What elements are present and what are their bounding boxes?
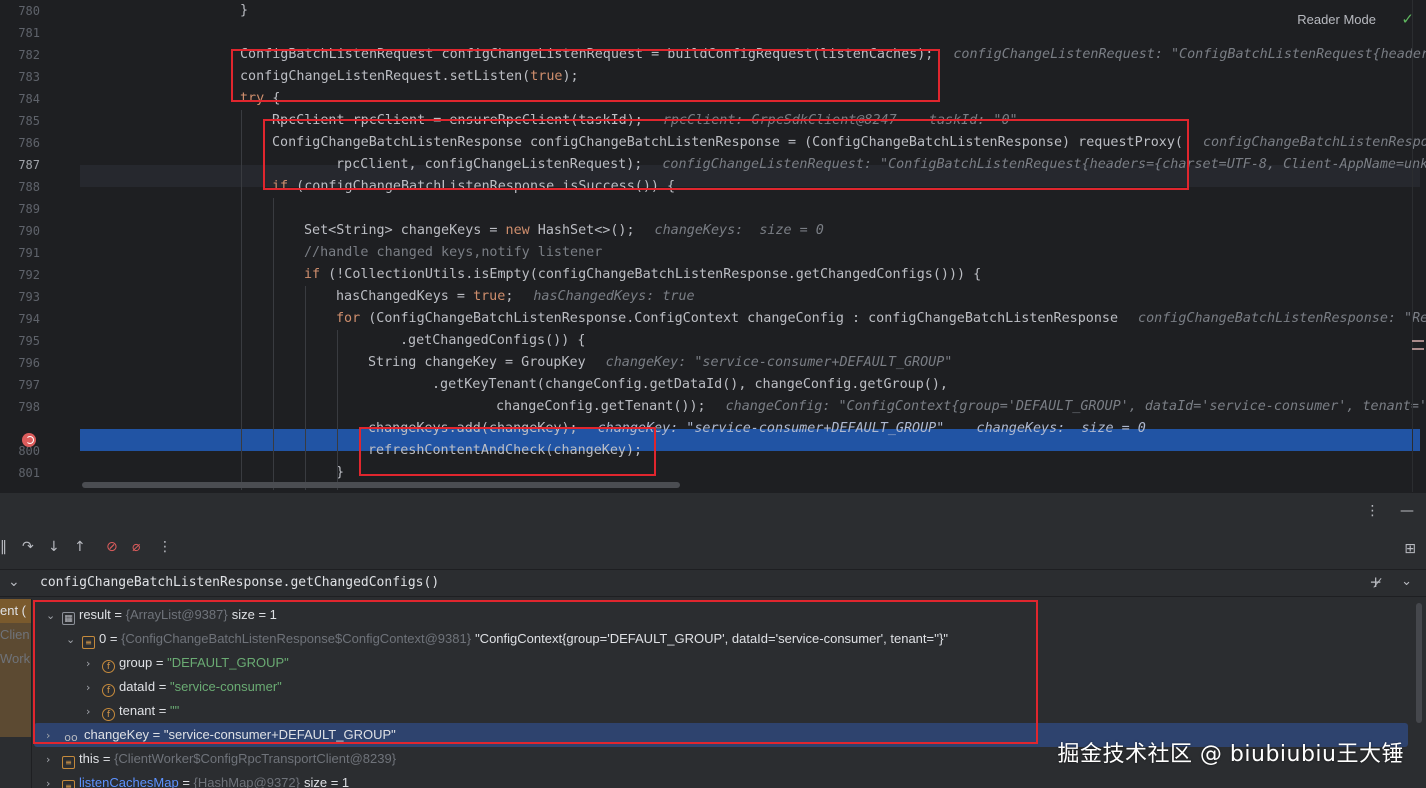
frame-item[interactable]: ent ( [0, 599, 31, 623]
code-line[interactable] [80, 22, 1426, 44]
minimize-icon[interactable]: — [1400, 503, 1414, 519]
equals-sign: = [178, 775, 194, 788]
add-watch-icon[interactable]: +̷ [1369, 573, 1382, 591]
variable-name: this [79, 751, 100, 766]
code-line[interactable]: if (!CollectionUtils.isEmpty(configChang… [304, 264, 1426, 286]
line-number[interactable]: 790 [0, 220, 40, 242]
variable-name: listenCachesMap [79, 775, 179, 788]
indent-guide [305, 286, 306, 490]
indent-guide [337, 330, 338, 490]
code-text: .getChangedConfigs()) { [400, 333, 586, 348]
inline-debug-value: changeKeys: size = 0 [654, 223, 824, 238]
reader-mode-button[interactable]: Reader Mode [1297, 12, 1376, 27]
code-line[interactable]: hasChangedKeys = true; hasChangedKeys: tr… [336, 286, 1426, 308]
code-line[interactable]: .getChangedConfigs()) { [400, 330, 1426, 352]
variable-value: size = 1 [303, 775, 350, 788]
line-number[interactable]: 782 [0, 44, 40, 66]
code-line[interactable]: Set<String> changeKeys = new HashSet<>()… [304, 220, 1426, 242]
breakpoint-icon[interactable] [22, 433, 36, 447]
code-editor[interactable]: 780 781 782 783 784 785 786 787 788 789 790 791 792 7… [0, 0, 1426, 492]
line-number[interactable]: 789 [0, 198, 40, 220]
pause-icon[interactable]: ‖ [0, 539, 7, 555]
evaluate-expression-bar[interactable]: ⌄ configChangeBatchListenResponse.getCha… [0, 569, 1426, 597]
code-line[interactable]: } [240, 0, 1426, 22]
step-over-icon[interactable]: ↷ [22, 539, 34, 555]
view-breakpoints-icon[interactable]: ⊘ [106, 539, 118, 555]
frame-item[interactable]: Clien [0, 623, 31, 647]
expression-history-icon[interactable]: ⌄ [1401, 574, 1412, 589]
code-text: .getKeyTenant(changeConfig.getDataId(), … [432, 377, 948, 392]
editor-vertical-scrollbar[interactable] [1412, 0, 1426, 492]
scroll-marker-icon [1412, 340, 1424, 350]
line-number[interactable]: 785 [0, 110, 40, 132]
code-line[interactable]: for (ConfigChangeBatchListenResponse.Con… [336, 308, 1426, 330]
inline-debug-value: configChangeListenRequest: "ConfigBatchL… [953, 47, 1426, 62]
frame-item[interactable]: Work [0, 647, 31, 671]
inline-debug-value: configChangeBatchListenResponse: "Re [1138, 311, 1426, 326]
object-reference: {HashMap@9372} [193, 775, 300, 788]
equals-sign: = [99, 751, 115, 766]
indent-guide [273, 198, 274, 490]
inline-debug-value: changeKey: "service-consumer+DEFAULT_GRO… [605, 355, 953, 370]
line-number[interactable]: 796 [0, 352, 40, 374]
inline-debug-value: hasChangedKeys: true [533, 289, 695, 304]
code-text: String changeKey = GroupKey [368, 355, 586, 370]
annotation-box-changekeys [359, 427, 656, 476]
code-text: } [240, 3, 249, 18]
expression-text[interactable]: configChangeBatchListenResponse.getChang… [40, 575, 439, 590]
annotation-box-rpc [263, 119, 1189, 190]
line-number[interactable]: 797 [0, 374, 40, 396]
line-number[interactable]: 794 [0, 308, 40, 330]
mute-breakpoints-icon[interactable]: ⌀ [132, 539, 140, 555]
inline-debug-value: changeConfig: "ConfigContext{group='DEFA… [725, 399, 1426, 414]
collapsed-chevron-icon[interactable]: › [46, 748, 60, 771]
code-line[interactable] [80, 198, 1426, 220]
line-number[interactable]: 787 [0, 154, 40, 176]
line-number[interactable]: 783 [0, 66, 40, 88]
step-out-icon[interactable]: ↑ [74, 539, 86, 555]
editor-horizontal-scrollbar[interactable] [82, 482, 680, 488]
more-options-icon[interactable]: ⋮ [1366, 503, 1380, 519]
indent-guide [241, 110, 242, 490]
code-text: //handle changed keys,notify listener [304, 245, 603, 260]
code-line[interactable]: changeConfig.getTenant()); changeConfig: … [496, 396, 1426, 418]
annotation-box-request [231, 49, 940, 102]
line-number[interactable]: 780 [0, 0, 40, 22]
annotation-box-result [33, 600, 1038, 744]
panel-top-actions: ⋮ — [1350, 503, 1414, 519]
line-number[interactable]: 792 [0, 264, 40, 286]
toolbar-more-icon[interactable]: ⋮ [158, 539, 172, 555]
variable-row[interactable]: › ≡ listenCachesMap = {HashMap@9372} size =… [34, 771, 1408, 788]
line-number[interactable]: 795 [0, 330, 40, 352]
frames-list[interactable]: ent ( Clien Work [0, 599, 32, 788]
line-number[interactable]: 784 [0, 88, 40, 110]
code-line[interactable]: String changeKey = GroupKey changeKey: "s… [368, 352, 1426, 374]
line-number[interactable]: 798 [0, 396, 40, 418]
line-number[interactable]: 786 [0, 132, 40, 154]
watermark: 掘金技术社区 @ biubiubiu王大锤 [1057, 742, 1404, 767]
collapse-chevron-icon[interactable]: ⌄ [8, 574, 20, 590]
code-text: Set<String> changeKeys = new HashSet<>()… [304, 223, 635, 238]
code-text: if (!CollectionUtils.isEmpty(configChang… [304, 267, 982, 282]
code-line[interactable]: //handle changed keys,notify listener [304, 242, 1426, 264]
line-number[interactable]: 781 [0, 22, 40, 44]
object-icon: ≡ [62, 756, 75, 769]
line-number[interactable]: 801 [0, 462, 40, 484]
layout-settings-icon[interactable]: ⊞ [1404, 541, 1416, 557]
step-into-icon[interactable]: ↓ [48, 539, 60, 555]
object-icon: ≡ [62, 780, 75, 788]
code-line[interactable]: .getKeyTenant(changeConfig.getDataId(), … [432, 374, 1426, 396]
collapsed-chevron-icon[interactable]: › [46, 772, 60, 788]
variables-scrollbar[interactable] [1416, 603, 1422, 723]
inline-debug-value: changeKey: "service-consumer+DEFAULT_GRO… [597, 421, 1146, 436]
code-text: hasChangedKeys = true; [336, 289, 514, 304]
code-text: for (ConfigChangeBatchListenResponse.Con… [336, 311, 1119, 326]
inline-debug-value: configChangeBatchListenRespo [1203, 135, 1426, 150]
object-reference: {ClientWorker$ConfigRpcTransportClient@8… [114, 751, 397, 766]
line-number[interactable]: 793 [0, 286, 40, 308]
code-text: changeConfig.getTenant()); [496, 399, 706, 414]
line-number[interactable]: 791 [0, 242, 40, 264]
line-number[interactable]: 788 [0, 176, 40, 198]
